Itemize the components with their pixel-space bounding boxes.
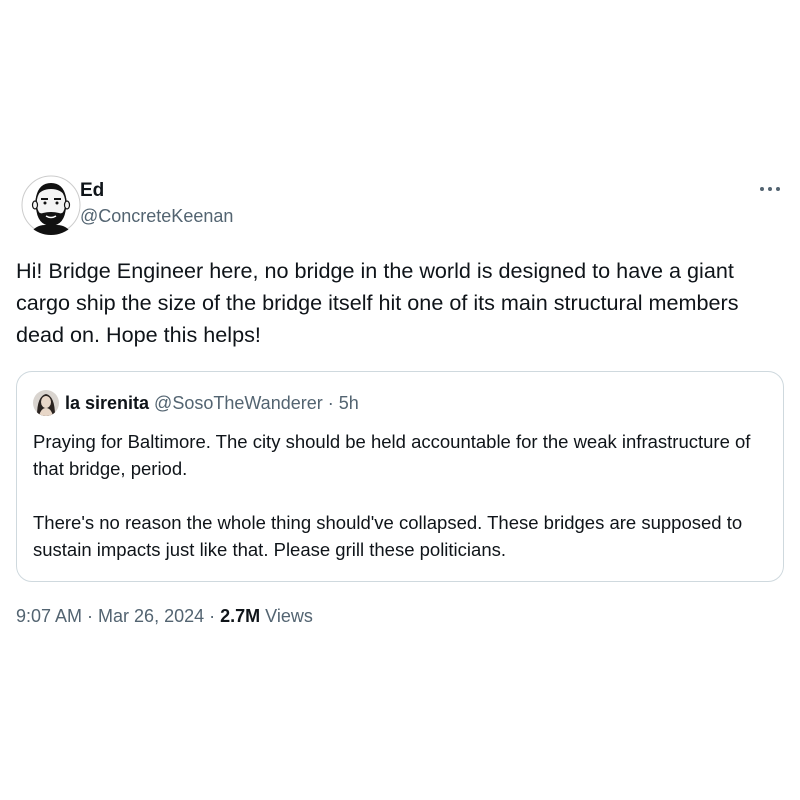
separator-dot: · [87,606,94,626]
more-button[interactable] [756,177,784,201]
avatar-illustration [21,175,81,235]
quoted-paragraph-2: There's no reason the whole thing should… [33,512,743,560]
author-name[interactable]: Ed [80,179,233,203]
tweet-meta: 9:07 AM · Mar 26, 2024 · 2.7M Views [16,604,784,628]
quoted-paragraph-1: Praying for Baltimore. The city should b… [33,431,751,479]
quoted-tweet-header: la sirenita @SosoTheWanderer · 5h [33,390,767,416]
separator-dot: · [327,392,334,413]
quoted-tweet-body: Praying for Baltimore. The city should b… [33,428,767,563]
views-count: 2.7M [220,606,261,626]
tweet-text: Hi! Bridge Engineer here, no bridge in t… [16,258,739,347]
quoted-avatar-illustration [33,390,59,416]
quoted-avatar [33,390,59,416]
quoted-timestamp: 5h [338,392,359,413]
quoted-author-name: la sirenita [65,392,150,413]
tweet: Ed @ConcreteKeenan Hi! Bridge Engineer h… [16,175,784,628]
author-handle[interactable]: @ConcreteKeenan [80,203,233,229]
tweet-date[interactable]: Mar 26, 2024 [98,606,204,626]
tweet-header: Ed @ConcreteKeenan [16,175,784,237]
separator-dot: · [209,606,216,626]
more-horizontal-icon [760,187,780,191]
quoted-author-handle: @SosoTheWanderer [154,392,323,413]
author-info: Ed @ConcreteKeenan [80,179,233,229]
avatar[interactable] [21,175,81,235]
tweet-time[interactable]: 9:07 AM [16,606,82,626]
quoted-tweet[interactable]: la sirenita @SosoTheWanderer · 5h Prayin… [16,371,784,582]
views-label: Views [265,606,313,626]
